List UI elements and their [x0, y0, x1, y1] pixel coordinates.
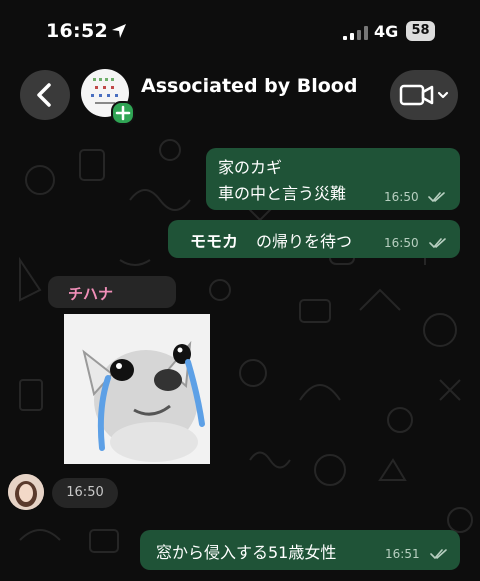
- sender-label: チハナ: [48, 276, 176, 308]
- message-text: の帰りを待つ: [256, 232, 353, 251]
- sender-name[interactable]: チハナ: [68, 283, 113, 304]
- status-bar: 16:52 4G 58: [0, 0, 480, 64]
- message-text-line: 車の中と言う災難: [218, 184, 347, 203]
- chevron-left-icon: [37, 83, 51, 107]
- chat-title[interactable]: Associated by Blood: [141, 75, 357, 97]
- message-time: 16:51: [385, 547, 420, 561]
- double-check-icon: [428, 192, 445, 202]
- double-check-icon: [429, 238, 446, 248]
- sticker-time-pill: 16:50: [52, 478, 118, 508]
- back-button[interactable]: [20, 70, 70, 120]
- signal-icon: [343, 26, 368, 40]
- message-text-line: 家のカギ: [218, 158, 283, 177]
- video-call-button[interactable]: [390, 70, 458, 120]
- group-avatar[interactable]: [81, 69, 135, 125]
- double-check-icon: [430, 549, 447, 559]
- network-type: 4G: [374, 22, 399, 41]
- battery-indicator: 58: [406, 21, 435, 41]
- sender-avatar[interactable]: [8, 474, 44, 510]
- chat-header: Associated by Blood: [0, 64, 480, 132]
- location-arrow-icon: [112, 24, 126, 38]
- message-time: 16:50: [384, 236, 419, 250]
- message-text: 窓から侵入する51歳女性: [156, 543, 337, 562]
- video-camera-icon: [399, 84, 449, 106]
- message-time: 16:50: [384, 190, 419, 204]
- outgoing-message[interactable]: モモカ の帰りを待つ 16:50: [168, 220, 460, 258]
- outgoing-message[interactable]: 家のカギ 車の中と言う災難 16:50: [206, 148, 460, 210]
- add-badge[interactable]: [111, 101, 135, 125]
- plus-icon: [115, 105, 131, 121]
- mention-text: モモカ: [190, 232, 239, 251]
- status-time: 16:52: [46, 20, 108, 42]
- outgoing-message[interactable]: 窓から侵入する51歳女性 16:51: [140, 530, 460, 570]
- message-time: 16:50: [66, 485, 104, 500]
- crying-dog-sticker[interactable]: [64, 314, 210, 464]
